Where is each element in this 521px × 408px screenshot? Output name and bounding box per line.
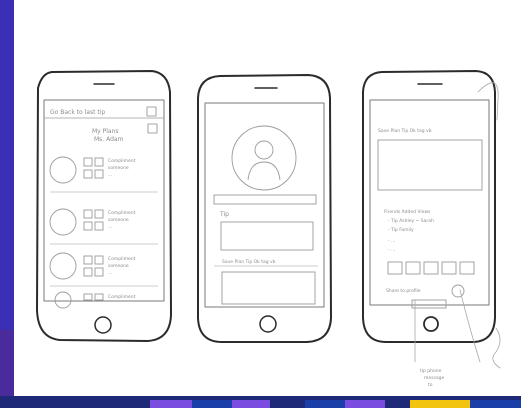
phone1-title: My Plans [92, 128, 119, 135]
bullet-item: - ... [388, 239, 395, 244]
list-item-line1: Compliment [108, 294, 136, 300]
list-item-line1: Compliment [108, 256, 136, 262]
stripe-6 [410, 400, 470, 408]
stripe-4 [305, 400, 345, 408]
sketch-canvas: Go Back to last tip My Plans Ms. Adam Co… [0, 0, 521, 408]
section-title: Friends Added Views [384, 209, 431, 215]
stripe-1 [150, 400, 192, 408]
annotation-text: to [428, 382, 433, 388]
stripe-7 [470, 400, 521, 408]
list-item-line1: Compliment [108, 158, 136, 164]
bullet-item: - Tip Ashley ~ Sarah [388, 218, 434, 224]
list-item-line3: ... [108, 173, 112, 178]
phone1-subtitle: Ms. Adam [94, 136, 124, 143]
footer-label: Share to profile [386, 288, 421, 294]
bullet-item: - Tip Family [388, 227, 414, 233]
annotation-text: tip phone [420, 368, 442, 374]
annotation-text: message [424, 376, 444, 381]
list-item-line2: someone [108, 166, 129, 171]
stripe-2 [192, 400, 232, 408]
list-item-line1: Compliment [108, 210, 136, 216]
bottom-stripes [150, 400, 521, 408]
list-item-line3: ... [108, 225, 112, 230]
phone1-header-text: Go Back to last tip [50, 109, 105, 116]
stripe-3 [232, 400, 270, 408]
list-item-line2: someone [108, 218, 129, 223]
stripe-5 [345, 400, 385, 408]
bullet-item: - ... [388, 248, 395, 253]
list-item-line2: someone [108, 264, 129, 269]
phone3-header-text: Save Plan Tip Ok tag vb [378, 128, 432, 134]
list-item-line3: ... [108, 271, 112, 276]
phone2-header-bottom: Save Plan Tip Ok tag vb [222, 259, 276, 265]
tip-label: Tip [219, 211, 229, 218]
